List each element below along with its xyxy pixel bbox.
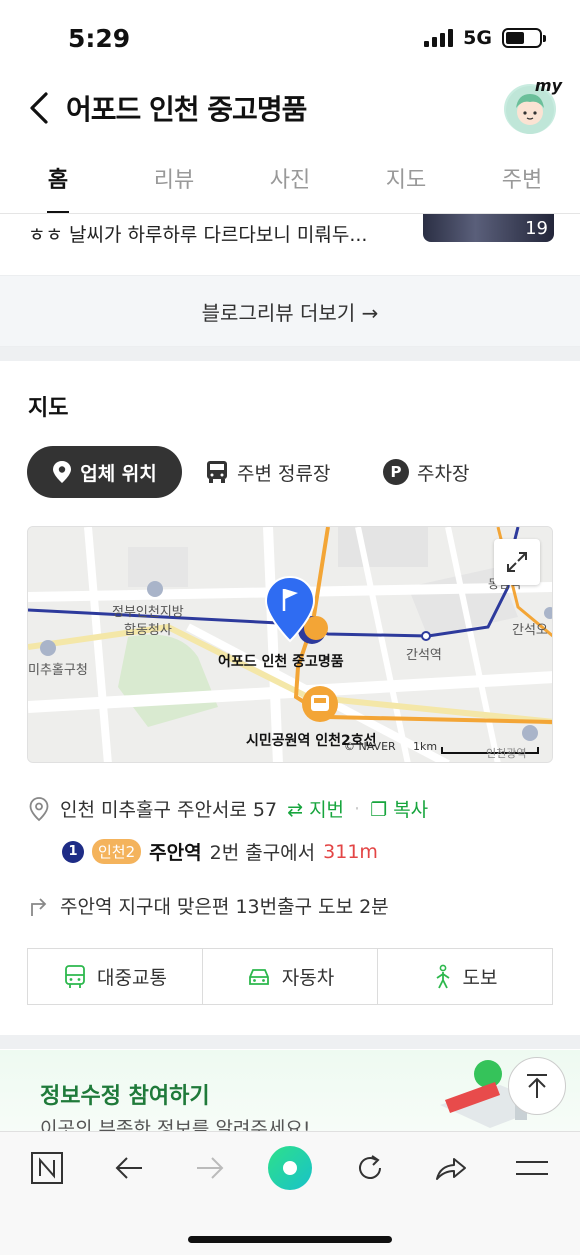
arrow-left-icon bbox=[115, 1157, 142, 1179]
map-label-district-office: 미추홀구청 bbox=[28, 663, 88, 678]
copy-label: 복사 bbox=[393, 799, 429, 821]
car-icon bbox=[248, 968, 269, 985]
chip-nearby-stops[interactable]: 주변 정류장 bbox=[205, 446, 330, 498]
forward-nav-button[interactable] bbox=[185, 1143, 235, 1193]
contribute-subtitle: 이곳의 부족한 정보를 알려주세요! bbox=[40, 1118, 311, 1132]
tab-reviews[interactable]: 리뷰 bbox=[116, 150, 232, 214]
photo-count: 19 bbox=[525, 218, 548, 239]
arrow-right-icon bbox=[197, 1157, 224, 1179]
separator-dot: · bbox=[354, 797, 361, 820]
location-pin-outline-icon bbox=[29, 796, 49, 821]
status-indicators: 5G bbox=[424, 27, 546, 49]
scroll-to-top-button[interactable] bbox=[508, 1057, 566, 1115]
naver-n-icon bbox=[31, 1152, 63, 1184]
home-indicator[interactable] bbox=[188, 1236, 392, 1243]
walk-icon bbox=[436, 964, 450, 988]
map-section-title: 지도 bbox=[28, 396, 69, 421]
signal-icon bbox=[424, 29, 454, 47]
green-dot-button[interactable] bbox=[265, 1143, 315, 1193]
map-label-ganseok5: 간석오 bbox=[512, 623, 548, 638]
walk-label: 도보 bbox=[462, 967, 498, 989]
chip-label: 주차장 bbox=[417, 462, 470, 485]
map-label-store[interactable]: 어포드 인천 중고명품 bbox=[218, 651, 344, 671]
bus-icon bbox=[207, 461, 227, 483]
page-title: 어포드 인천 중고명품 bbox=[66, 93, 307, 126]
location-pin-icon bbox=[53, 461, 72, 483]
map-label-bottom: 인천광역 bbox=[486, 747, 527, 760]
tab-bar: 홈 리뷰 사진 지도 주변 bbox=[0, 150, 580, 214]
chevron-left-icon bbox=[30, 92, 48, 124]
line-1-badge: 1 bbox=[62, 840, 84, 863]
menu-button[interactable] bbox=[507, 1143, 557, 1193]
transit-button[interactable]: 대중교통 bbox=[28, 949, 203, 1004]
incheon2-badge: 인천2 bbox=[92, 839, 142, 864]
directions-text: 주안역 지구대 맞은편 13번출구 도보 2분 bbox=[60, 896, 389, 918]
naver-home-button[interactable] bbox=[22, 1143, 72, 1193]
chip-parking[interactable]: P 주차장 bbox=[383, 446, 469, 498]
network-type: 5G bbox=[463, 27, 492, 49]
exit-text: 2번 출구에서 bbox=[209, 842, 316, 864]
copy-icon: ❐ bbox=[370, 799, 388, 821]
chip-business-location[interactable]: 업체 위치 bbox=[27, 446, 182, 498]
directions-row: 주안역 지구대 맞은편 13번출구 도보 2분 bbox=[28, 892, 389, 919]
map-credit: © NAVER bbox=[344, 740, 396, 753]
tab-map[interactable]: 지도 bbox=[348, 150, 464, 214]
map-label-gov-line1: 정부인천지방 bbox=[112, 605, 184, 620]
blog-snippet[interactable]: ㅎㅎ 날씨가 하루하루 다르다보니 미뤄두... bbox=[28, 220, 367, 247]
turn-arrow-icon bbox=[31, 897, 47, 916]
avatar[interactable]: my bbox=[504, 76, 562, 134]
car-label: 자동차 bbox=[281, 967, 335, 989]
more-blog-reviews-button[interactable]: 블로그리뷰 더보기 → bbox=[0, 275, 580, 347]
refresh-icon bbox=[359, 1155, 381, 1179]
back-nav-button[interactable] bbox=[104, 1143, 154, 1193]
bus-outline-icon bbox=[65, 964, 85, 988]
walk-button[interactable]: 도보 bbox=[378, 949, 552, 1004]
jibun-toggle[interactable]: ⇄ 지번 bbox=[287, 795, 344, 822]
map-label-ganseok: 간석역 bbox=[406, 648, 442, 663]
green-dot-icon bbox=[268, 1146, 312, 1190]
map-scale-label: 1km bbox=[413, 740, 438, 753]
transport-buttons: 대중교통 자동차 도보 bbox=[27, 948, 553, 1005]
distance-text: 311m bbox=[323, 840, 378, 863]
chip-label: 주변 정류장 bbox=[237, 462, 331, 485]
swap-icon: ⇄ bbox=[287, 799, 304, 821]
blog-thumbnail[interactable]: 19 bbox=[423, 214, 554, 242]
map-canvas bbox=[28, 527, 552, 762]
expand-icon bbox=[507, 552, 527, 572]
map-expand-button[interactable] bbox=[494, 539, 540, 585]
hamburger-menu-icon bbox=[516, 1161, 548, 1175]
section-divider bbox=[0, 347, 580, 361]
map-view[interactable]: 정부인천지방 합동청사 미추홀구청 동암역 간석역 간석오 어포드 인천 중고명… bbox=[27, 526, 553, 763]
map-label-gov-line2: 합동청사 bbox=[124, 623, 172, 638]
transit-label: 대중교통 bbox=[97, 967, 167, 989]
car-button[interactable]: 자동차 bbox=[203, 949, 378, 1004]
tab-home[interactable]: 홈 bbox=[0, 150, 116, 214]
tab-nearby[interactable]: 주변 bbox=[464, 150, 580, 214]
station-name: 주안역 bbox=[149, 842, 202, 864]
share-icon bbox=[436, 1158, 466, 1180]
copy-address-button[interactable]: ❐ 복사 bbox=[370, 795, 428, 822]
jibun-label: 지번 bbox=[309, 799, 345, 821]
share-button[interactable] bbox=[426, 1143, 476, 1193]
status-time: 5:29 bbox=[68, 24, 131, 53]
subway-row: 1 인천2 주안역 2번 출구에서 311m bbox=[62, 838, 378, 865]
address-row: 인천 미추홀구 주안서로 57 ⇄ 지번 · ❐ 복사 bbox=[28, 795, 428, 822]
avatar-badge: my bbox=[534, 76, 562, 95]
arrow-up-icon bbox=[527, 1074, 547, 1098]
back-button[interactable] bbox=[22, 88, 56, 128]
tab-photos[interactable]: 사진 bbox=[232, 150, 348, 214]
chip-label: 업체 위치 bbox=[80, 462, 157, 485]
parking-icon: P bbox=[383, 459, 409, 485]
battery-icon bbox=[502, 28, 546, 48]
refresh-button[interactable] bbox=[345, 1143, 395, 1193]
address-text: 인천 미추홀구 주안서로 57 bbox=[60, 799, 278, 821]
section-divider-2 bbox=[0, 1035, 580, 1049]
contribute-title: 정보수정 참여하기 bbox=[40, 1084, 210, 1109]
